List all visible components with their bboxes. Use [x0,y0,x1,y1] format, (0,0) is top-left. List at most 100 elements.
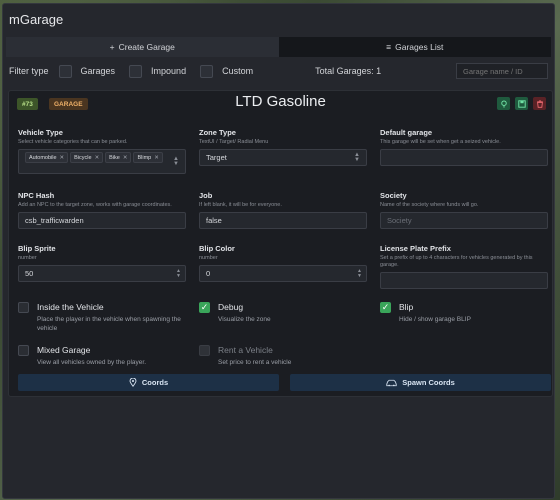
default-garage-field: Default garage This garage will be set w… [380,128,548,166]
filter-custom[interactable]: Custom [200,64,254,78]
blip-checkbox[interactable]: ✓ [380,302,391,313]
spawn-coords-button[interactable]: Spawn Coords [290,374,551,391]
garage-window: mGarage + Create Garage ≡ Garages List F… [2,3,555,499]
mixed-garage-desc: View all vehicles owned by the player. [37,359,146,366]
filter-garages[interactable]: Garages [58,64,116,78]
zone-type-select[interactable]: Target ▲ ▼ [199,149,367,166]
inside-vehicle-option[interactable]: Inside the Vehicle Place the player in t… [18,302,193,333]
remove-chip-icon[interactable]: ✕ [154,155,159,161]
coords-button[interactable]: Coords [18,374,279,391]
job-field: Job If left blank, it will be for everyo… [199,191,367,229]
vehicle-type-label: Vehicle Type [18,128,63,137]
filter-impound-checkbox[interactable] [129,64,143,78]
npc-hash-input[interactable]: csb_trafficwarden [18,212,186,229]
garage-actions [497,97,546,110]
titlebar: mGarage [3,4,554,34]
remove-chip-icon[interactable]: ✕ [95,155,100,161]
rent-vehicle-desc: Set price to rent a vehicle [218,359,292,366]
npc-hash-desc: Add an NPC to the target zone, works wit… [18,202,172,208]
zone-type-label: Zone Type [199,128,236,137]
filter-impound[interactable]: Impound [129,64,186,78]
filter-custom-label: Custom [222,66,254,76]
list-icon: ≡ [386,42,392,52]
blip-color-value: 0 [206,269,211,278]
inside-vehicle-checkbox[interactable] [18,302,29,313]
blip-sprite-label: Blip Sprite [18,244,56,253]
job-desc: If left blank, it will be for everyone. [199,202,282,208]
remove-chip-icon[interactable]: ✕ [123,155,128,161]
save-button[interactable] [515,97,528,110]
vehicle-type-desc: Select vehicle categories that can be pa… [18,139,128,145]
total-garages: Total Garages: 1 [315,66,382,76]
chip-label: Automobile [29,154,57,161]
rent-vehicle-title: Rent a Vehicle [218,345,273,355]
mixed-garage-title: Mixed Garage [37,345,91,355]
number-stepper-icon[interactable]: ▲ ▼ [357,269,362,279]
chip-bicycle: Bicycle ✕ [70,152,104,163]
inside-vehicle-title: Inside the Vehicle [37,302,104,312]
teleport-button[interactable] [497,97,510,110]
blip-sprite-field: Blip Sprite number 50 ▲ ▼ [18,244,186,282]
tab-create-garage[interactable]: + Create Garage [6,37,279,57]
debug-checkbox[interactable]: ✓ [199,302,210,313]
chip-automobile: Automobile ✕ [25,152,69,163]
inside-vehicle-desc: Place the player in the vehicle when spa… [37,316,181,332]
blip-option[interactable]: ✓ Blip Hide / show garage BLIP [380,302,545,324]
delete-button[interactable] [533,97,546,110]
blip-color-label: Blip Color [199,244,235,253]
location-icon [500,99,507,108]
blip-sprite-value: 50 [25,269,34,278]
top-nav: + Create Garage ≡ Garages List [6,37,551,57]
blip-sprite-input[interactable]: 50 ▲ ▼ [18,265,186,282]
window-title: mGarage [9,11,64,27]
blip-sprite-desc: number [18,255,37,261]
default-garage-desc: This garage will be set when get a seize… [380,139,501,145]
job-input[interactable]: false [199,212,367,229]
chip-label: Bike [109,154,120,161]
blip-desc: Hide / show garage BLIP [399,316,471,323]
garage-name: LTD Gasoline [235,93,326,110]
filter-bar: Filter type Garages Impound Custom Total… [3,57,554,85]
plus-icon: + [109,42,115,52]
filter-custom-checkbox[interactable] [200,64,214,78]
save-icon [517,99,526,108]
blip-color-desc: number [199,255,218,261]
mixed-garage-option[interactable]: Mixed Garage View all vehicles owned by … [18,345,193,367]
mixed-garage-checkbox[interactable] [18,345,29,356]
number-stepper-icon[interactable]: ▲ ▼ [176,269,181,279]
npc-hash-label: NPC Hash [18,191,55,200]
spawn-coords-button-label: Spawn Coords [402,378,455,387]
vehicle-type-multiselect[interactable]: Automobile ✕ Bicycle ✕ Bike ✕ Blimp ✕ ▲ ▼ [18,149,186,174]
society-label: Society [380,191,407,200]
plate-prefix-input[interactable] [380,272,548,289]
coords-button-label: Coords [141,378,169,387]
society-placeholder: Society [387,216,412,225]
plate-prefix-desc: Set a prefix of up to 4 characters for v… [380,255,533,268]
chevron-updown-icon: ▲ ▼ [173,155,179,167]
remove-chip-icon[interactable]: ✕ [60,155,65,161]
vehicle-type-field: Vehicle Type Select vehicle categories t… [18,128,186,174]
chip-bike: Bike ✕ [105,152,132,163]
debug-option[interactable]: ✓ Debug Visualize the zone [199,302,374,324]
garage-card-header: #73 GARAGE LTD Gasoline [9,91,552,113]
debug-title: Debug [218,302,244,312]
trash-icon [536,99,543,108]
default-garage-label: Default garage [380,128,433,137]
chip-label: Bicycle [74,154,92,161]
society-input[interactable]: Society [380,212,548,229]
rent-vehicle-option: Rent a Vehicle Set price to rent a vehic… [199,345,374,367]
job-label: Job [199,191,213,200]
blip-title: Blip [399,302,414,312]
society-desc: Name of the society where funds will go. [380,202,479,208]
tab-garages-list-label: Garages List [395,42,444,52]
filter-garages-checkbox[interactable] [58,64,72,78]
blip-color-input[interactable]: 0 ▲ ▼ [199,265,367,282]
default-garage-input[interactable] [380,149,548,166]
chip-blimp: Blimp ✕ [133,152,163,163]
tab-garages-list[interactable]: ≡ Garages List [278,37,551,57]
garage-search-input[interactable] [456,63,548,79]
npc-hash-field: NPC Hash Add an NPC to the target zone, … [18,191,186,229]
npc-hash-value: csb_trafficwarden [25,216,84,225]
chevron-updown-icon: ▲ ▼ [354,151,360,163]
filter-garages-label: Garages [80,66,116,76]
